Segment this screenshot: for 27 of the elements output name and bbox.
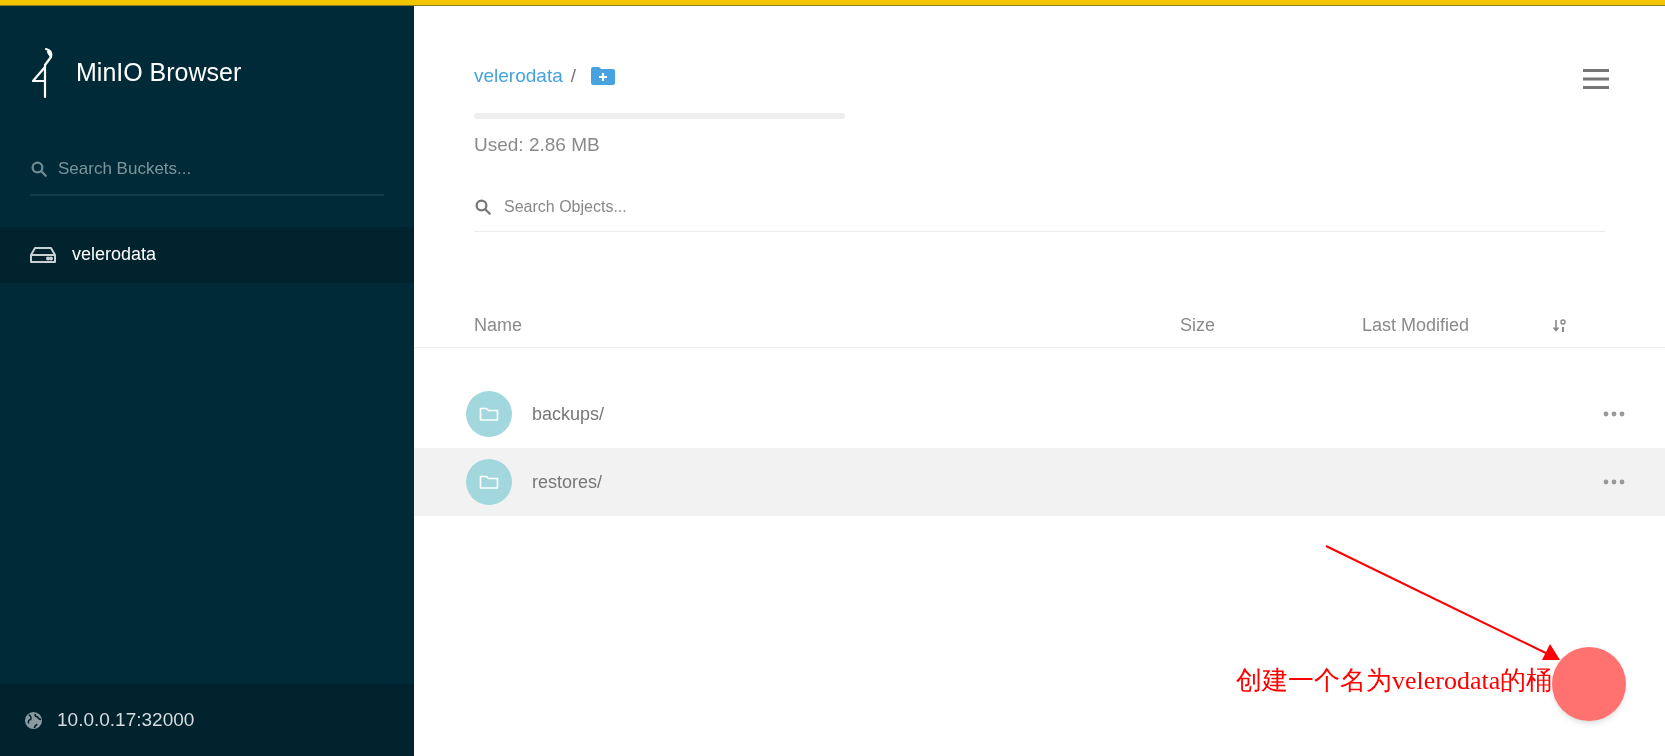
folder-name: restores/ (532, 470, 604, 494)
more-icon[interactable] (1603, 479, 1625, 485)
menu-icon[interactable] (1583, 68, 1609, 90)
column-header[interactable]: Size (1180, 312, 1362, 339)
usage-label: Used: 2.86 MB (474, 132, 601, 157)
sort-icon[interactable] (1552, 317, 1568, 334)
server-address: 10.0.0.17:32000 (57, 707, 195, 732)
search-icon (30, 159, 48, 178)
folder-row[interactable]: restores/ (414, 448, 1665, 516)
column-header[interactable]: Name (474, 312, 1180, 339)
column-header[interactable]: Last Modified (1362, 312, 1552, 339)
bucket-item[interactable]: velerodata (0, 226, 414, 283)
bucket-breadcrumb-link[interactable]: velerodata (474, 62, 563, 91)
drive-icon (30, 246, 56, 263)
search-icon (474, 198, 492, 216)
breadcrumb-separator: / (570, 64, 576, 88)
globe-icon (24, 710, 43, 730)
add-folder-icon[interactable] (590, 66, 616, 87)
folder-name: backups/ (532, 402, 606, 426)
folder-icon (479, 474, 499, 490)
bucket-search-field[interactable]: Search Buckets... (58, 156, 358, 182)
app-title: MinIO Browser (76, 57, 242, 89)
more-icon[interactable] (1603, 411, 1625, 417)
object-search-field[interactable]: Search Objects... (504, 195, 904, 219)
annotation-text: 创建一个名为velerodata的桶 (1236, 668, 1553, 694)
add-button[interactable] (1552, 647, 1626, 721)
folder-icon (479, 406, 499, 422)
